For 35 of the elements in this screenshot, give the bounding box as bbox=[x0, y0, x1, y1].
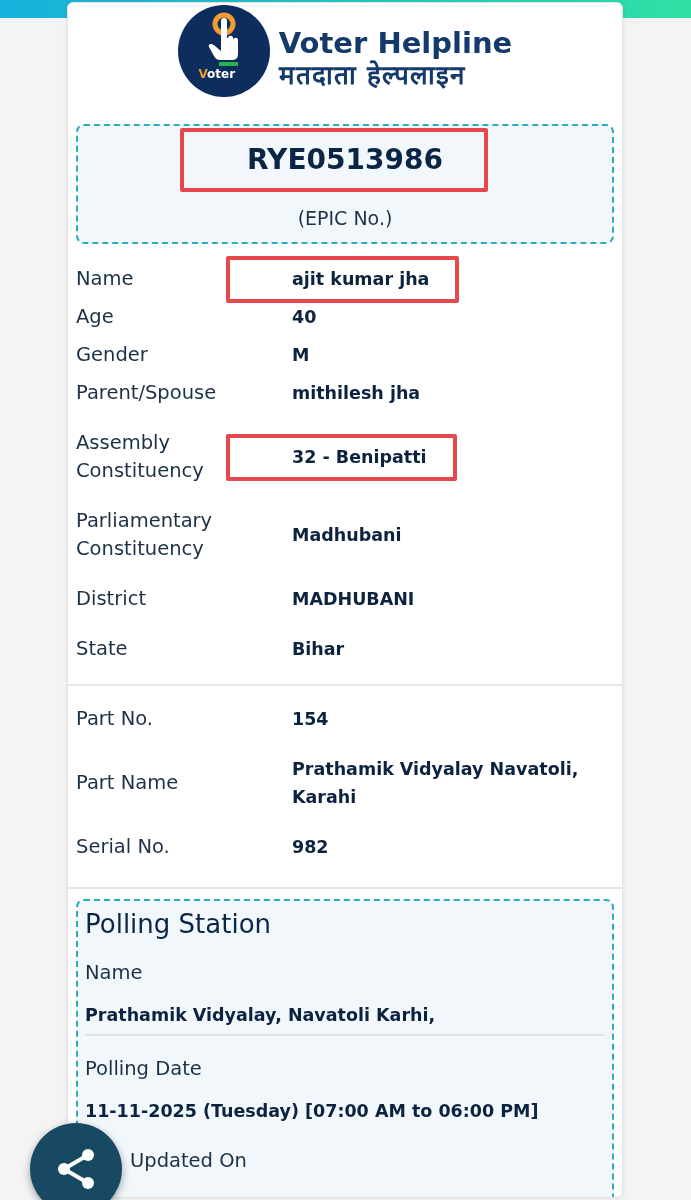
field-value: 32 - Benipatti bbox=[292, 443, 427, 471]
app-title: Voter Helpline bbox=[278, 27, 513, 59]
field-value: Madhubani bbox=[292, 524, 402, 547]
share-icon bbox=[57, 1149, 95, 1189]
field-value: mithilesh jha bbox=[292, 382, 421, 405]
share-button[interactable] bbox=[30, 1123, 122, 1200]
app-subtitle: मतदाता हेल्पलाइन bbox=[278, 59, 467, 91]
field-value: 154 bbox=[292, 708, 329, 731]
field-label: Name bbox=[85, 961, 143, 984]
field-value: Bihar bbox=[292, 638, 345, 661]
field-label: State bbox=[76, 637, 128, 660]
field-value: 11-11-2025 (Tuesday) [07:00 AM to 06:00 PM] bbox=[85, 1101, 539, 1121]
epic-caption: (EPIC No.) bbox=[296, 206, 394, 231]
field-label: Part Name bbox=[76, 771, 179, 794]
field-value: Prathamik Vidyalay Navatoli, Karahi bbox=[292, 758, 580, 809]
field-label: Parent/Spouse bbox=[76, 381, 217, 404]
section-title: Polling Station bbox=[85, 909, 272, 940]
field-label: Name bbox=[76, 267, 134, 290]
field-value: 40 bbox=[292, 306, 317, 329]
field-value: Prathamik Vidyalay, Navatoli Karhi, bbox=[85, 1005, 436, 1025]
field-label: Polling Date bbox=[85, 1057, 202, 1080]
field-label: Serial No. bbox=[76, 835, 170, 858]
epic-number: RYE0513986 bbox=[247, 128, 443, 192]
field-label: Gender bbox=[76, 343, 148, 366]
logo-caption: Voter bbox=[198, 67, 236, 81]
field-label: Part No. bbox=[76, 707, 154, 730]
field-label: Age bbox=[76, 305, 114, 328]
field-label: Assembly Constituency bbox=[76, 431, 204, 482]
field-label: District bbox=[76, 587, 147, 610]
field-label: Parliamentary Constituency bbox=[76, 509, 213, 560]
field-label: Updated On bbox=[130, 1149, 247, 1172]
field-value: 982 bbox=[292, 836, 329, 859]
field-value: ajit kumar jha bbox=[292, 265, 430, 293]
field-value: M bbox=[292, 344, 310, 367]
field-value: MADHUBANI bbox=[292, 588, 415, 611]
